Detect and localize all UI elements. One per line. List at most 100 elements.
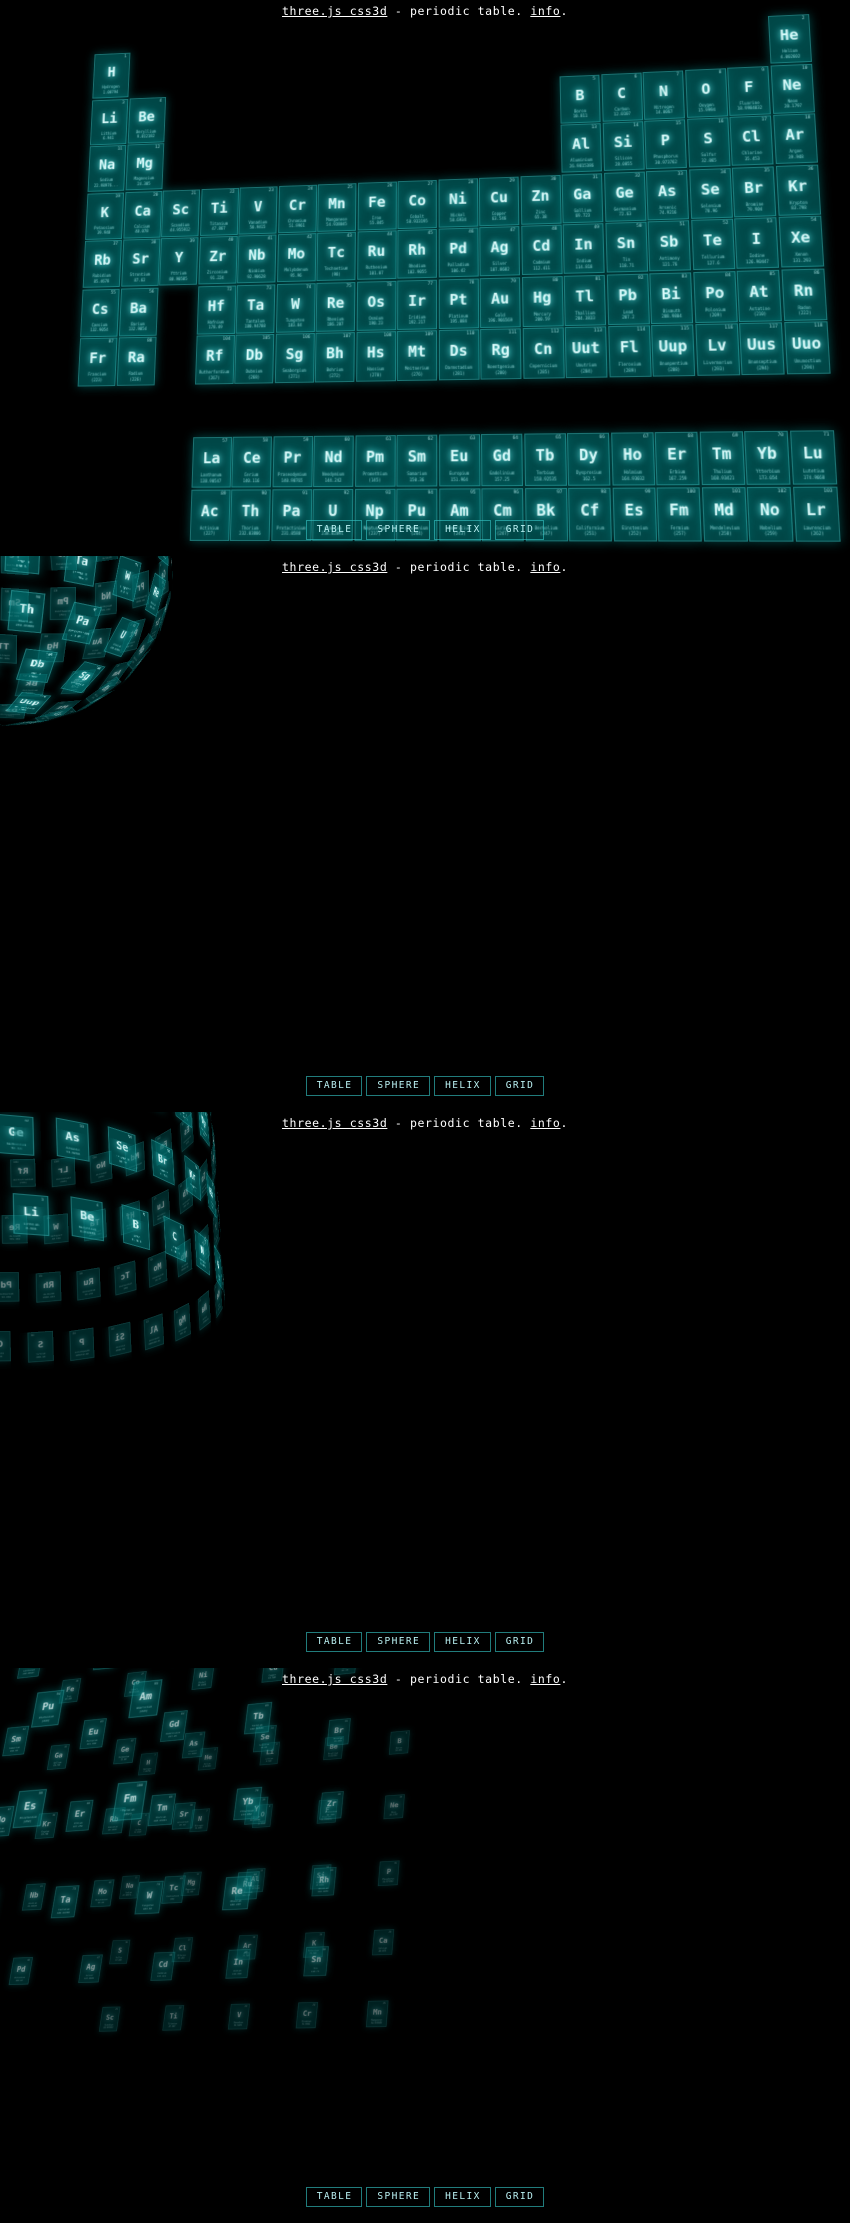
element-card[interactable]: 74 W Tungsten 183.84 (275, 282, 316, 333)
element-card[interactable]: 118UuoUnunoctium(294) (0, 716, 4, 726)
element-card[interactable]: 65Tb Terbium158.92535 (523, 433, 567, 486)
element-card[interactable]: 104 Rf Rutherfordium (267) (10, 1158, 36, 1188)
element-card[interactable]: 84 Po Polonium (209) (692, 270, 738, 323)
element-card[interactable]: 21 Sc Scandium 44.955912 (161, 188, 201, 237)
element-card[interactable]: 48 Cd Cadmium 112.411 (150, 1951, 176, 1981)
element-card[interactable]: 5BBoron10.811 (121, 1204, 151, 1251)
element-card[interactable]: 23 V Vanadium 50.9415 (227, 2003, 250, 2030)
element-card[interactable]: 7NNitrogen14.0067 (642, 69, 685, 120)
element-card[interactable]: 48 Cd Cadmium 112.411 (520, 224, 563, 276)
element-card[interactable]: 33 As Arsenic 74.9216 (645, 169, 689, 220)
menu-button-table[interactable]: TABLE (305, 2187, 363, 2207)
element-card[interactable]: 27Co Cobalt58.933195 (397, 179, 437, 229)
element-card[interactable]: 103 Lr Lawrencium (262) (51, 1156, 76, 1188)
element-card[interactable]: 69 Tm Thulium 168.93421 (699, 431, 745, 486)
element-card[interactable]: 16 S Sulfur 32.065 (27, 1330, 54, 1363)
element-card[interactable]: 105 Db Dubnium (268) (234, 333, 275, 384)
element-card[interactable]: 4BeBeryllium9.012182 (323, 1735, 344, 1760)
element-card[interactable]: 64 Gd Gadolinium 157.25 (159, 1709, 188, 1742)
element-card[interactable]: 68 Er Erbium 167.259 (654, 431, 700, 486)
element-card[interactable]: 100 Fm Fermium (257) (112, 1780, 148, 1821)
element-card[interactable]: 17ClChlorine35.453 (0, 1331, 12, 1362)
element-card[interactable]: 20 Ca Calcium 40.078 (371, 1928, 395, 1955)
menu-button-helix[interactable]: HELIX (434, 520, 491, 540)
element-card[interactable]: 9FFluorine18.9984032 (222, 1260, 225, 1305)
element-card[interactable]: 43TcTechnetium(98) (161, 1875, 186, 1904)
element-card[interactable]: 92 U Uranium 238.02891 (103, 616, 140, 658)
element-card[interactable]: 117 Uus Ununseptium (294) (4, 719, 51, 726)
element-card[interactable]: 13Al Aluminium26.9815386 (560, 123, 602, 173)
threejs-link[interactable]: three.js css3d (282, 560, 387, 574)
element-card[interactable]: 14SiSilicon28.0855 (108, 1321, 132, 1357)
element-card[interactable]: 69 Tm Thulium 168.93421 (147, 1792, 177, 1826)
info-link[interactable]: info (530, 1672, 560, 1686)
element-card[interactable]: 10 Ne Neon 20.1797 (770, 63, 815, 114)
element-card[interactable]: 87 Fr Francium (223) (77, 337, 118, 387)
element-card[interactable]: 5BBoron10.811 (559, 74, 601, 124)
element-card[interactable]: 38 Sr Strontium 87.62 (120, 238, 161, 287)
element-card[interactable]: 90 Th Thorium 232.03806 (7, 589, 46, 634)
element-card[interactable]: 44RuRuthenium101.07 (76, 1267, 101, 1301)
info-link[interactable]: info (530, 560, 560, 574)
element-card[interactable]: 37RbRubidium85.4678 (206, 1172, 217, 1218)
scene-table[interactable]: 1 H Hydrogen 1.00794 2 He Helium 4.002602 3 Li Lit… (0, 0, 850, 556)
element-card[interactable]: 32 Ge Germanium 72.63 (113, 1737, 137, 1764)
element-card[interactable]: 75 Re Rhenium 186.207 (315, 281, 356, 332)
element-card[interactable]: 25 Mn Manganese 54.938045 (317, 182, 357, 232)
element-card[interactable]: 12 Mg Magnesium 24.305 (125, 143, 164, 191)
element-card[interactable]: 6 C Carbon 12.0107 (163, 1215, 186, 1263)
menu-button-grid[interactable]: GRID (494, 2187, 545, 2207)
element-card[interactable]: 14SiSilicon28.0855 (309, 1863, 332, 1890)
menu-button-helix[interactable]: HELIX (434, 1076, 491, 1096)
element-card[interactable]: 42Mo Molybdenum95.96 (276, 233, 316, 283)
element-card[interactable]: 6 C Carbon 12.0107 (600, 72, 643, 122)
element-card[interactable]: 74 W Tungsten 183.84 (134, 1880, 164, 1914)
element-card[interactable]: 46PdPalladium106.42 (0, 1272, 20, 1302)
element-card[interactable]: 82 Pb Lead 207.2 (606, 273, 650, 325)
element-card[interactable]: 35 Br Bromine79.904 (731, 165, 777, 217)
element-card[interactable]: 79Au Gold196.966569 (479, 276, 521, 328)
element-card[interactable]: 8 O Oxygen15.9994 (684, 67, 728, 118)
element-card[interactable]: 117 Uus Ununseptium (294) (739, 322, 785, 376)
element-card[interactable]: 116 Lv Livermorium (293) (34, 706, 77, 723)
menu-button-sphere[interactable]: SPHERE (366, 520, 431, 540)
element-card[interactable]: 31 Ga Gallium 69.723 (46, 1743, 70, 1770)
element-card[interactable]: 50 Sn Tin 118.71 (604, 221, 648, 273)
element-card[interactable]: 26 Fe Iron 55.845 (357, 181, 397, 231)
element-card[interactable]: 16 S Sulfur 32.065 (686, 117, 731, 168)
element-card[interactable]: 34 Se Selenium 78.96 (107, 1126, 138, 1173)
element-card[interactable]: 72Hf Hafnium178.49 (196, 284, 236, 335)
element-card[interactable]: 34 Se Selenium 78.96 (688, 167, 733, 219)
element-card[interactable]: 62Sm Samarium150.36 (396, 434, 438, 487)
element-card[interactable]: 10 Ne Neon 20.1797 (383, 1793, 405, 1819)
element-card[interactable]: 49 In Indium 114.818 (562, 223, 605, 274)
element-card[interactable]: 5BBoron10.811 (388, 1729, 410, 1755)
menu-button-sphere[interactable]: SPHERE (366, 1632, 431, 1652)
element-card[interactable]: 23 V Vanadium 50.9415 (238, 185, 278, 235)
element-card[interactable]: 36 Kr Krypton 83.798 (775, 164, 821, 216)
menu-button-grid[interactable]: GRID (494, 520, 545, 540)
element-card[interactable]: 45 Rh Rhodium 102.9055 (35, 1271, 62, 1303)
element-card[interactable]: 116 Lv Livermorium (293) (694, 323, 740, 376)
threejs-link[interactable]: three.js css3d (282, 1116, 387, 1130)
element-card[interactable]: 12 Mg Magnesium 24.305 (173, 1302, 191, 1342)
element-card[interactable]: 115 Uup Ununpentium (288) (651, 324, 696, 377)
element-card[interactable]: 7NNitrogen14.0067 (194, 1229, 211, 1276)
element-card[interactable]: 18 Ar Argon39.948 (772, 113, 818, 164)
element-card[interactable]: 70 Yb Ytterbium 173.054 (233, 1786, 263, 1820)
element-card[interactable]: 47 Ag Silver 107.8682 (479, 226, 521, 277)
element-card[interactable]: 85 At Astatine (210) (736, 269, 782, 322)
element-card[interactable]: 115 Uup Ununpentium (288) (5, 692, 52, 715)
element-card[interactable]: 2 He Helium 4.002602 (197, 1746, 219, 1771)
element-card[interactable]: 38 Sr Strontium 87.62 (217, 1189, 221, 1235)
element-card[interactable]: 81TlThallium204.3833 (0, 633, 18, 664)
element-card[interactable]: 71 Lu Lutetium 174.9668 (789, 430, 837, 485)
element-card[interactable]: 43TcTechnetium(98) (114, 1260, 137, 1296)
scene-helix[interactable]: 1HHydrogen1.007942HeHelium4.0026023LiLit… (0, 1112, 850, 1668)
element-card[interactable]: 7NNitrogen14.0067 (189, 1808, 211, 1832)
menu-button-table[interactable]: TABLE (305, 1632, 363, 1652)
element-card[interactable]: 57La Lanthanum138.90547 (191, 436, 232, 488)
element-card[interactable]: 43TcTechnetium(98) (316, 231, 356, 281)
element-card[interactable]: 12 Mg Magnesium 24.305 (180, 1871, 202, 1896)
element-card[interactable]: 30Zn Zinc65.38 (520, 174, 562, 225)
